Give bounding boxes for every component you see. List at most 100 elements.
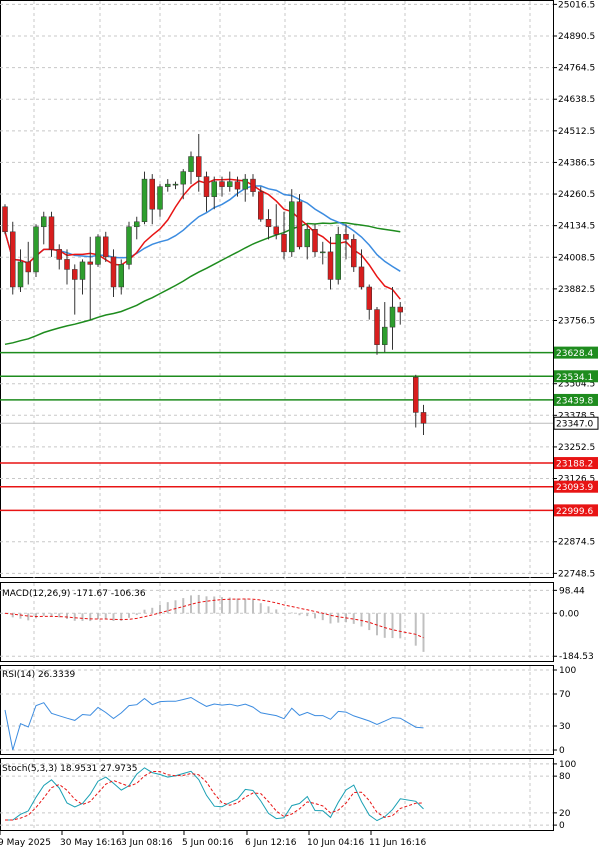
level-tag-label: 22999.6: [556, 507, 593, 517]
macd-bar: [166, 602, 169, 614]
candle: [33, 224, 39, 277]
rsi-line: [4, 696, 424, 751]
macd-bar: [321, 613, 324, 621]
candle-body: [2, 206, 8, 233]
level-tag-label: 23439.8: [556, 396, 593, 406]
price-levels: [0, 351, 553, 512]
candle-body: [250, 178, 256, 192]
candle-body: [273, 226, 279, 235]
candle: [413, 374, 419, 428]
indicator-tick-label: 100: [559, 666, 576, 676]
candle-body: [234, 181, 241, 190]
candle-body: [211, 181, 217, 197]
candle: [180, 169, 186, 200]
candle-body: [343, 234, 349, 240]
macd-bar: [19, 613, 22, 619]
indicator-tick-label: 0.00: [559, 609, 579, 619]
candle: [165, 179, 171, 192]
time-tick-label: 30 May 16:16: [60, 838, 122, 848]
candle-body: [296, 201, 303, 248]
price-tick-label: 22748.5: [558, 569, 595, 579]
level-tag-label: 23093.9: [556, 483, 593, 493]
candle-body: [64, 259, 70, 270]
candle-body: [172, 183, 179, 186]
indicator-tick-label: 100: [559, 760, 576, 770]
macd-bar: [197, 594, 200, 614]
candle-body: [281, 234, 287, 253]
indicator-tick-label: 98.44: [559, 586, 585, 596]
price-tick-label: 22874.5: [558, 538, 595, 548]
candle-body: [180, 171, 186, 185]
macd-histogram: [4, 594, 425, 652]
indicator-tick-label: 0: [559, 821, 565, 831]
macd-bar: [228, 597, 231, 614]
candle: [126, 221, 132, 270]
candle-body: [327, 251, 334, 280]
macd-bar: [205, 596, 208, 614]
candle: [389, 286, 396, 350]
candle-body: [72, 269, 78, 280]
macd-bar: [159, 604, 161, 614]
candle: [335, 226, 341, 285]
candle-body: [87, 261, 93, 265]
macd-bar: [368, 613, 371, 631]
indicator-tick-label: 70: [559, 690, 571, 700]
candle-body: [48, 216, 55, 250]
candle: [351, 234, 357, 272]
candle: [2, 204, 8, 235]
macd-bar: [143, 609, 146, 614]
candle: [327, 236, 334, 290]
ma-fast-line: [4, 178, 401, 300]
stoch-axis: 100 80 20 0: [553, 760, 576, 831]
macd-bar: [236, 598, 239, 614]
price-tick-label: 24134.5: [558, 222, 595, 232]
time-tick-label: 10 Jun 04:16: [307, 838, 364, 848]
candle: [420, 404, 427, 436]
candle-body: [110, 256, 117, 288]
candle: [188, 151, 194, 185]
candle: [141, 171, 148, 225]
candle-body: [165, 183, 171, 187]
candle: [250, 174, 256, 197]
price-panel: 25016.5 24890.5 24764.5 24638.5 24512.5 24386…: [0, 0, 599, 579]
ma-slow-line: [4, 221, 401, 346]
time-axis: 9 May 2025 30 May 16:16 3 Jun 08:16 5 Jun 0…: [0, 831, 426, 848]
candle: [397, 302, 403, 325]
macd-bar: [290, 612, 293, 614]
macd-bar: [27, 613, 30, 621]
macd-bar: [81, 613, 84, 621]
ma-mid-line: [4, 185, 401, 272]
candle-body: [41, 216, 47, 228]
macd-bar: [422, 613, 425, 652]
candle-body: [157, 186, 163, 210]
candle-body: [188, 156, 194, 172]
price-tick-label: 23756.5: [558, 316, 595, 326]
candle-body: [289, 201, 295, 253]
candle: [242, 174, 248, 202]
macd-bar: [275, 609, 278, 614]
price-tick-label: 24638.5: [558, 95, 595, 105]
candle-body: [413, 377, 419, 413]
rsi-grid: [0, 666, 553, 754]
candle: [289, 189, 295, 257]
macd-bar: [329, 613, 332, 624]
price-tick-label: 24260.5: [558, 190, 595, 200]
candle-body: [397, 306, 403, 313]
macd-bar: [306, 613, 309, 617]
macd-bar: [213, 596, 216, 614]
time-tick-label: 11 Jun 16:16: [369, 838, 426, 848]
indicator-tick-label: 0: [559, 746, 565, 756]
candle-body: [79, 261, 86, 280]
rsi-title: RSI(14) 26.3339: [2, 670, 75, 680]
rsi-axis: 100 70 30 0: [553, 666, 576, 756]
candle-body: [382, 326, 388, 345]
candle: [320, 241, 326, 265]
indicator-tick-label: 20: [559, 809, 571, 819]
macd-bar: [89, 613, 92, 622]
candle-body: [203, 176, 210, 197]
macd-bar: [135, 613, 138, 616]
time-tick-label: 3 Jun 08:16: [121, 838, 173, 848]
candle: [41, 211, 47, 245]
candle: [56, 244, 62, 270]
candle: [10, 221, 16, 295]
